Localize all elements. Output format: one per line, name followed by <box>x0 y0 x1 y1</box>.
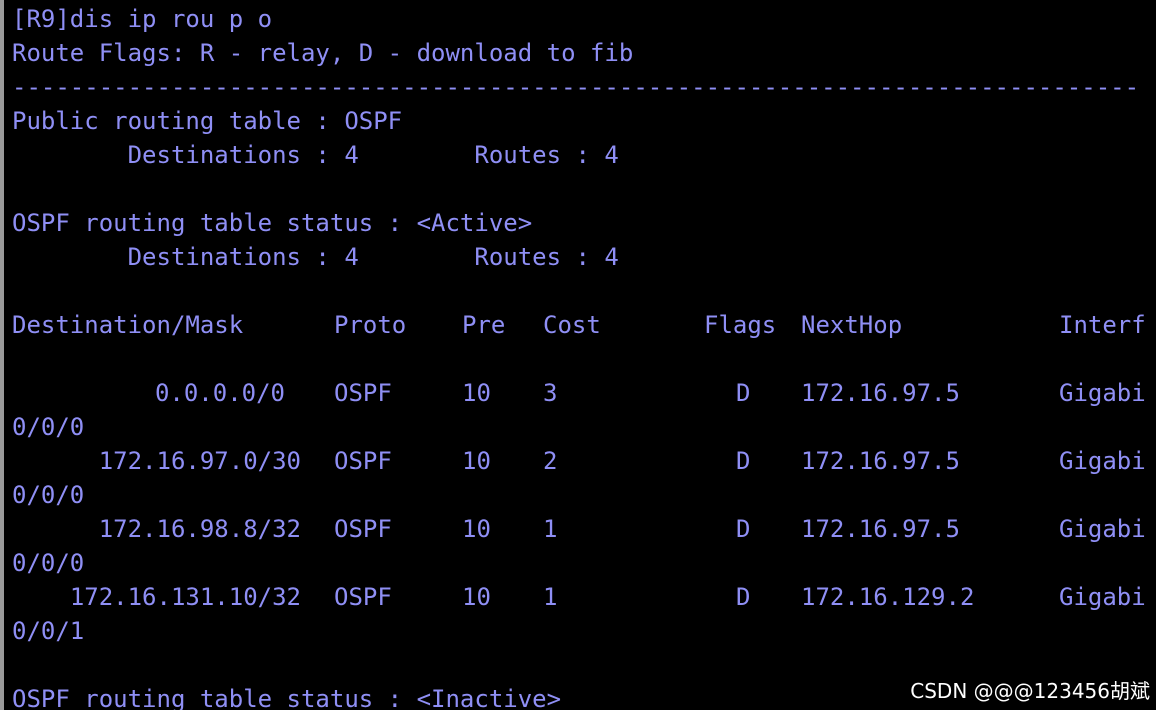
header-destination: Destination/Mask <box>12 311 244 339</box>
route-proto: OSPF <box>334 379 392 407</box>
header-cost: Cost <box>543 311 601 339</box>
header-pre: Pre <box>462 311 506 339</box>
inactive-status-line: OSPF routing table status : <Inactive> <box>12 685 562 710</box>
route-pre: 10 <box>462 583 491 611</box>
header-proto: Proto <box>334 311 407 339</box>
route-flags: D <box>736 583 751 611</box>
header-interface: Interf <box>1059 311 1146 339</box>
route-interface-continued: 0/0/0 <box>12 549 85 577</box>
header-flags: Flags <box>704 311 777 339</box>
route-destination: 172.16.97.0/30 <box>98 447 301 475</box>
window-border <box>0 0 4 710</box>
route-proto: OSPF <box>334 447 392 475</box>
active-table-counts: Destinations : 4 Routes : 4 <box>12 243 619 271</box>
route-proto: OSPF <box>334 515 392 543</box>
route-pre: 10 <box>462 379 491 407</box>
command-prompt: [R9]dis ip rou p o <box>12 5 273 33</box>
route-pre: 10 <box>462 447 491 475</box>
route-nexthop: 172.16.97.5 <box>801 447 960 475</box>
route-nexthop: 172.16.97.5 <box>801 379 960 407</box>
route-interface: Gigabi <box>1059 379 1146 407</box>
route-interface: Gigabi <box>1059 447 1146 475</box>
separator-line: ----------------------------------------… <box>12 73 1140 101</box>
route-interface: Gigabi <box>1059 583 1146 611</box>
route-interface: Gigabi <box>1059 515 1146 543</box>
route-interface-continued: 0/0/0 <box>12 413 85 441</box>
route-destination: 0.0.0.0/0 <box>154 379 285 407</box>
terminal-window[interactable]: [R9]dis ip rou p o Route Flags: R - rela… <box>0 0 1156 710</box>
header-nexthop: NextHop <box>801 311 903 339</box>
active-status-line: OSPF routing table status : <Active> <box>12 209 533 237</box>
route-interface-continued: 0/0/1 <box>12 617 85 645</box>
route-proto: OSPF <box>334 583 392 611</box>
route-nexthop: 172.16.97.5 <box>801 515 960 543</box>
route-pre: 10 <box>462 515 491 543</box>
watermark: CSDN @@@123456胡斌 <box>910 679 1150 703</box>
route-flags: D <box>736 515 751 543</box>
route-flags: D <box>736 379 751 407</box>
route-destination: 172.16.98.8/32 <box>98 515 301 543</box>
public-table-title: Public routing table : OSPF <box>12 107 403 135</box>
route-destination: 172.16.131.10/32 <box>69 583 301 611</box>
route-cost: 2 <box>543 447 558 475</box>
route-interface-continued: 0/0/0 <box>12 481 85 509</box>
route-flags: D <box>736 447 751 475</box>
route-cost: 3 <box>543 379 558 407</box>
route-cost: 1 <box>543 583 558 611</box>
route-cost: 1 <box>543 515 558 543</box>
public-table-counts: Destinations : 4 Routes : 4 <box>12 141 619 169</box>
route-flags-legend: Route Flags: R - relay, D - download to … <box>12 39 634 67</box>
route-nexthop: 172.16.129.2 <box>801 583 975 611</box>
